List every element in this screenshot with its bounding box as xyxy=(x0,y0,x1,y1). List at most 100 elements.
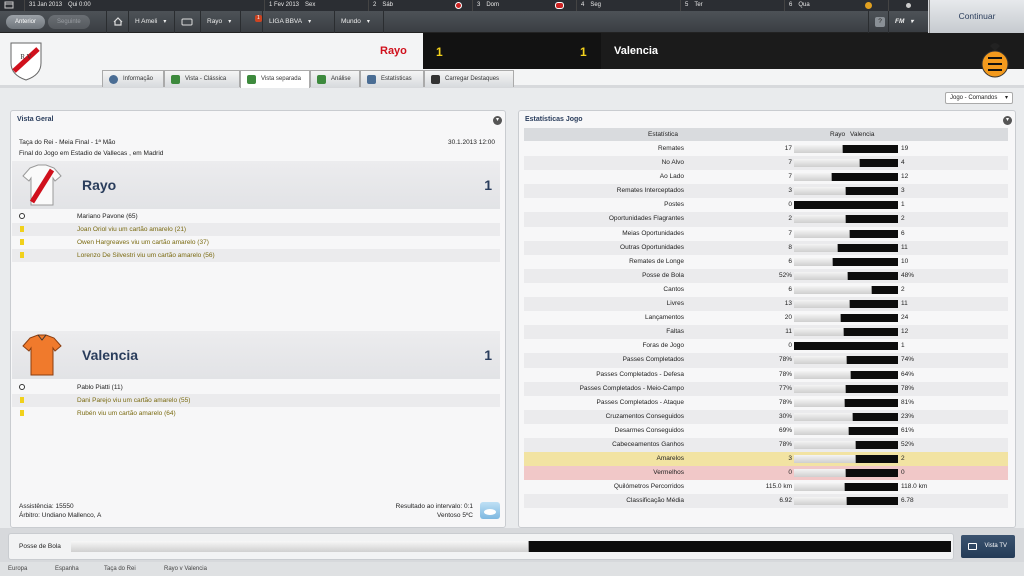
stat-bar-home xyxy=(794,370,852,379)
calendar-scroll[interactable] xyxy=(888,0,928,11)
breadcrumb-item[interactable]: Taça do Rei xyxy=(104,562,136,576)
stat-away-value: 4 xyxy=(901,159,905,167)
panel-menu-icon[interactable]: ▾ xyxy=(1003,116,1012,125)
calendar-day[interactable]: 6 Qua xyxy=(784,0,888,11)
stat-bar-home xyxy=(794,412,853,421)
event-text: Dani Parejo viu um cartão amarelo (55) xyxy=(77,397,191,404)
yellow-card-event[interactable]: Dani Parejo viu um cartão amarelo (55) xyxy=(12,394,500,407)
stat-row: Ao Lado 7 12 xyxy=(524,170,1008,184)
calendar-day[interactable]: 3 Dom xyxy=(472,0,576,11)
help-label: ? xyxy=(875,17,885,27)
stat-bar xyxy=(794,497,898,506)
stats-col-away[interactable]: Valencia xyxy=(850,128,874,141)
tab-informacao[interactable]: Informação xyxy=(102,70,164,87)
stat-bar-away xyxy=(837,243,898,252)
stat-row: Outras Oportunidades 8 11 xyxy=(524,240,1008,255)
calendar-icon[interactable] xyxy=(0,0,24,11)
home-crest: R V xyxy=(8,41,44,81)
event-text: Owen Hargreaves viu um cartão amarelo (3… xyxy=(77,239,209,246)
continue-button[interactable]: Continuar xyxy=(929,0,1024,33)
stat-bar-away xyxy=(833,257,898,266)
tv-view-button[interactable]: Vista TV xyxy=(961,535,1015,558)
calendar-day[interactable]: 5 Ter xyxy=(680,0,784,11)
fm-menu[interactable]: FM ▾ xyxy=(888,11,928,33)
referee[interactable]: Árbitro: Undiano Mallenco, A xyxy=(19,512,101,519)
stat-home-value: 6.92 xyxy=(779,497,792,505)
away-crest xyxy=(980,40,1010,80)
stat-label: Remates xyxy=(657,145,684,152)
stat-away-value: 81% xyxy=(901,398,915,406)
world-menu[interactable]: Mundo ▾ xyxy=(334,11,384,33)
help-button[interactable]: ? xyxy=(868,11,888,33)
breadcrumb-item[interactable]: Rayo v Valencia xyxy=(164,562,207,576)
stat-away-value: 118.0 km xyxy=(901,483,928,491)
stat-row: Vermelhos 0 0 xyxy=(524,466,1008,481)
stat-home-value: 78% xyxy=(778,370,792,378)
yellow-card-event[interactable]: Rubén viu um cartão amarelo (64) xyxy=(12,407,500,420)
home-icon[interactable] xyxy=(106,11,128,33)
stat-bar-home xyxy=(794,229,850,238)
calendar-day-current[interactable]: 31 Jan 2013 Qui 0:00 xyxy=(24,0,264,11)
panel-menu-icon[interactable]: ▾ xyxy=(493,116,502,125)
goal-event[interactable]: Mariano Pavone (65) xyxy=(12,210,500,223)
tab-vista-classica[interactable]: Vista - Clássica xyxy=(164,70,240,87)
news-icon[interactable]: 1 xyxy=(240,11,262,33)
home-team-name[interactable]: Rayo xyxy=(380,45,407,57)
calendar-day[interactable]: 4 Seg xyxy=(576,0,680,11)
breadcrumb-item[interactable]: Espanha xyxy=(55,562,79,576)
league-menu[interactable]: LIGA BBVA ▾ xyxy=(262,11,334,33)
stat-bar xyxy=(794,243,898,252)
tab-estatisticas[interactable]: Estatísticas xyxy=(360,70,424,87)
club-menu[interactable]: Rayo ▾ xyxy=(200,11,240,33)
day-date: 2 xyxy=(373,2,377,8)
stat-bar-away xyxy=(843,145,898,153)
stat-away-value: 1 xyxy=(901,201,905,209)
stat-bar-away xyxy=(852,412,898,421)
stats-col-stat[interactable]: Estatística xyxy=(648,128,678,141)
manager-menu[interactable]: H Ameli ▾ xyxy=(128,11,174,33)
yellow-card-event[interactable]: Owen Hargreaves viu um cartão amarelo (3… xyxy=(12,236,500,249)
stat-bar-home xyxy=(794,285,872,294)
yellow-card-event[interactable]: Lorenzo De Silvestri viu um cartão amare… xyxy=(12,249,500,262)
view-select[interactable]: Jogo - Comandos ▾ xyxy=(945,92,1013,104)
calendar-day[interactable]: 2 Sáb xyxy=(368,0,472,11)
stat-label: Faltas xyxy=(666,328,684,336)
tab-vista-separada[interactable]: Vista separada xyxy=(240,70,310,88)
stat-row: Remates 17 19 xyxy=(524,142,1008,156)
stat-label: Foras de Jogo xyxy=(642,342,684,350)
stat-bar-home xyxy=(794,497,847,506)
yellow-card-event[interactable]: Joan Oriol viu um cartão amarelo (21) xyxy=(12,223,500,236)
breadcrumb-item[interactable]: Europa xyxy=(8,562,27,576)
stat-bar xyxy=(794,300,898,309)
calendar-dot-icon xyxy=(906,3,911,8)
stat-bar-away xyxy=(846,469,898,478)
stat-label: Ao Lado xyxy=(659,173,684,181)
stat-away-value: 12 xyxy=(901,328,909,336)
home-team-title[interactable]: Rayo xyxy=(82,177,116,193)
chevron-down-icon: ▾ xyxy=(308,19,312,25)
analysis-icon xyxy=(317,75,326,84)
match-date: 30.1.2013 12:00 xyxy=(448,139,495,146)
away-team-name[interactable]: Valencia xyxy=(614,45,658,57)
calendar-day[interactable]: 1 Fev 2013 Sex xyxy=(264,0,368,11)
stat-row: No Alvo 7 4 xyxy=(524,156,1008,171)
scoreboard xyxy=(423,33,601,69)
goal-event[interactable]: Pablo Piatti (11) xyxy=(12,381,500,394)
stats-col-home[interactable]: Rayo xyxy=(830,128,845,141)
away-team-title[interactable]: Valencia xyxy=(82,347,138,363)
tab-analise[interactable]: Análise xyxy=(310,70,360,87)
tab-carregar-destaques[interactable]: Carregar Destaques xyxy=(424,70,514,87)
stats-header-row: Estatística Rayo Valencia xyxy=(524,128,1008,141)
stat-home-value: 52% xyxy=(778,271,792,279)
forward-button[interactable]: Seguinte xyxy=(48,15,90,29)
tab-label: Estatísticas xyxy=(381,76,412,82)
back-button[interactable]: Anterior xyxy=(6,15,46,29)
stat-bar-away xyxy=(850,229,898,238)
day-date: 4 xyxy=(581,2,585,8)
stat-row: Classificação Média 6.92 6.78 xyxy=(524,494,1008,509)
stat-bar-home xyxy=(794,356,848,365)
stat-bar-away xyxy=(856,455,898,464)
inbox-icon[interactable] xyxy=(174,11,200,33)
club-name: Rayo xyxy=(207,18,223,25)
stat-bar xyxy=(794,173,898,182)
